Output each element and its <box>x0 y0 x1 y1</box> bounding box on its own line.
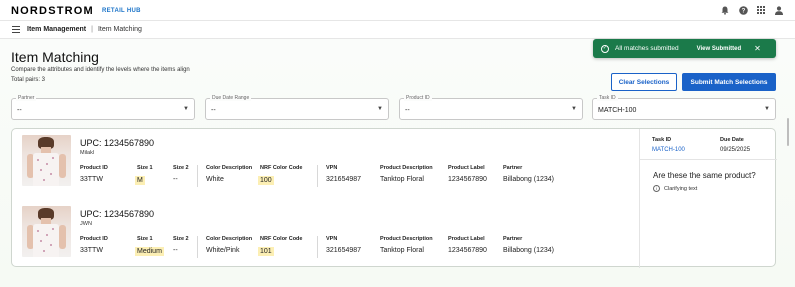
product-id-filter[interactable]: Product ID -- ▼ <box>399 95 583 120</box>
attr-nrf-color-code[interactable]: NRF Color Code 100 <box>258 165 302 185</box>
breadcrumb-page: Item Matching <box>97 26 142 33</box>
filter-label: Partner <box>16 95 37 101</box>
top-icons: ? <box>720 5 784 15</box>
divider <box>197 236 198 258</box>
chevron-down-icon: ▼ <box>764 106 770 112</box>
filter-value: -- <box>405 107 410 114</box>
product-image <box>22 135 71 186</box>
page-subtitle: Compare the attributes and identify the … <box>11 67 190 73</box>
item-row: UPC: 1234567890 Milakl Product ID 33TTW S… <box>12 129 639 196</box>
bell-icon[interactable] <box>720 5 730 15</box>
divider <box>317 165 318 187</box>
attr-size1[interactable]: Size 1M <box>135 165 153 185</box>
user-icon[interactable] <box>774 5 784 15</box>
breadcrumb: Item Management | Item Matching <box>0 21 795 39</box>
attr-product-description[interactable]: Product Description Tanktop Floral <box>380 236 433 254</box>
chevron-down-icon: ▼ <box>183 106 189 112</box>
attr-product-label[interactable]: Product Label 1234567890 <box>448 165 487 183</box>
due-date-value: 09/25/2025 <box>720 147 751 153</box>
view-submitted-link[interactable]: View Submitted <box>697 46 742 52</box>
filter-label: Task ID <box>597 95 618 101</box>
logo-subtitle: RETAIL HUB <box>102 8 141 14</box>
match-side-panel: Task ID MATCH-100 Due Date 09/25/2025 Ar… <box>640 129 777 268</box>
hamburger-menu-icon[interactable] <box>12 26 20 33</box>
logo[interactable]: NORDSTROM <box>11 5 94 17</box>
total-pairs: Total pairs: 3 <box>11 77 46 83</box>
attr-vpn[interactable]: VPN 321654987 <box>326 165 361 183</box>
item-row: UPC: 1234567890 JWN Product ID 33TTW Size… <box>12 200 639 267</box>
same-product-question: Are these the same product? <box>653 171 756 180</box>
filter-label: Product ID <box>404 95 432 101</box>
apps-grid-icon[interactable] <box>756 5 766 15</box>
breadcrumb-section[interactable]: Item Management <box>27 26 86 33</box>
filter-value: -- <box>17 107 22 114</box>
filter-label: Due Date Range <box>210 95 252 101</box>
success-toast: ✓ All matches submitted View Submitted ✕ <box>593 39 776 58</box>
task-id-label: Task ID <box>652 137 672 143</box>
task-id-link[interactable]: MATCH-100 <box>652 147 685 153</box>
attr-color-description[interactable]: Color Description White/Pink <box>206 236 252 254</box>
attr-color-description[interactable]: Color Description White <box>206 165 252 183</box>
due-date-range-filter[interactable]: Due Date Range -- ▼ <box>205 95 389 120</box>
attr-nrf-color-code[interactable]: NRF Color Code 101 <box>258 236 302 256</box>
chevron-down-icon: ▼ <box>571 106 577 112</box>
filter-value: MATCH-100 <box>598 107 637 114</box>
page-title: Item Matching <box>11 49 99 65</box>
divider <box>197 165 198 187</box>
attr-size1[interactable]: Size 1 Medium <box>135 236 164 256</box>
product-image <box>22 206 71 257</box>
attr-product-description[interactable]: Product Description Tanktop Floral <box>380 165 433 183</box>
check-circle-icon: ✓ <box>601 44 609 53</box>
top-bar: NORDSTROM RETAIL HUB ? <box>0 0 795 21</box>
scrollbar[interactable] <box>787 118 789 146</box>
filter-value: -- <box>211 107 216 114</box>
clarifying-hint: i Clarifying text <box>653 185 697 192</box>
attr-partner[interactable]: Partner Billabong (1234) <box>503 236 554 254</box>
task-id-filter[interactable]: Task ID MATCH-100 ▼ <box>592 95 776 120</box>
brand: Milakl <box>80 150 95 156</box>
chevron-down-icon: ▼ <box>377 106 383 112</box>
divider <box>317 236 318 258</box>
help-icon[interactable]: ? <box>738 5 748 15</box>
upc: UPC: 1234567890 <box>80 138 155 148</box>
match-card: UPC: 1234567890 Milakl Product ID 33TTW S… <box>11 128 777 268</box>
partner-filter[interactable]: Partner -- ▼ <box>11 95 195 120</box>
attr-product-id: Product ID 33TTW <box>80 165 108 183</box>
breadcrumb-separator: | <box>91 26 93 33</box>
due-date-label: Due Date <box>720 137 744 143</box>
divider <box>640 159 777 160</box>
submit-match-selections-button[interactable]: Submit Match Selections <box>682 73 776 91</box>
info-icon[interactable]: i <box>653 185 660 192</box>
page-content: Item Matching Compare the attributes and… <box>0 39 795 287</box>
attr-partner[interactable]: Partner Billabong (1234) <box>503 165 554 183</box>
toast-message: All matches submitted <box>615 45 679 52</box>
upc: UPC: 1234567890 <box>80 209 155 219</box>
attr-product-label[interactable]: Product Label 1234567890 <box>448 236 487 254</box>
brand: JWN <box>80 221 92 227</box>
close-icon[interactable]: ✕ <box>754 44 761 53</box>
svg-text:?: ? <box>741 8 745 14</box>
clear-selections-button[interactable]: Clear Selections <box>611 73 677 91</box>
clarifying-text: Clarifying text <box>664 185 698 192</box>
attr-size2[interactable]: Size 2 -- <box>173 165 189 183</box>
attr-vpn[interactable]: VPN 321654987 <box>326 236 361 254</box>
attr-size2[interactable]: Size 2 -- <box>173 236 189 254</box>
attr-product-id: Product ID 33TTW <box>80 236 108 254</box>
